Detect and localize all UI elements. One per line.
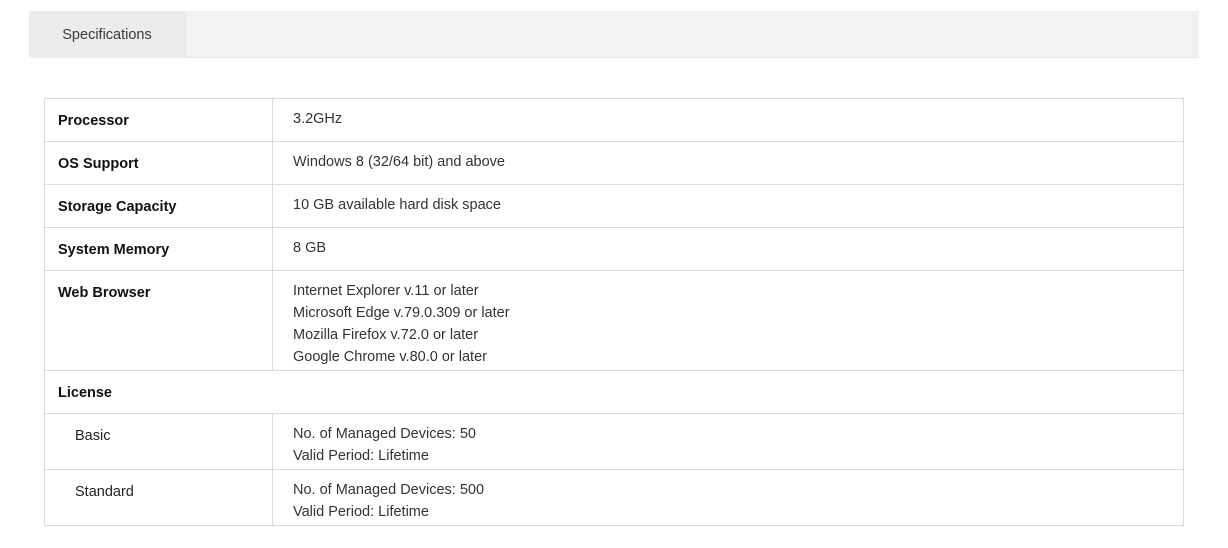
spec-label-storage: Storage Capacity: [44, 184, 273, 228]
license-details-standard: No. of Managed Devices: 500 Valid Period…: [272, 469, 1184, 526]
spec-value-memory: 8 GB: [272, 227, 1184, 271]
table-row: OS Support Windows 8 (32/64 bit) and abo…: [44, 141, 1184, 185]
spec-value-web-browser: Internet Explorer v.11 or later Microsof…: [272, 270, 1184, 371]
tab-specifications[interactable]: Specifications: [29, 11, 186, 58]
table-row: Standard No. of Managed Devices: 500 Val…: [44, 469, 1184, 526]
spec-label-memory: System Memory: [44, 227, 273, 271]
table-row: License: [44, 370, 1184, 414]
spec-label-web-browser: Web Browser: [44, 270, 273, 371]
table-row: Basic No. of Managed Devices: 50 Valid P…: [44, 413, 1184, 470]
browser-item: Microsoft Edge v.79.0.309 or later: [293, 305, 510, 321]
license-detail-line: No. of Managed Devices: 50: [293, 426, 476, 442]
license-detail-line: Valid Period: Lifetime: [293, 448, 429, 464]
table-row: Web Browser Internet Explorer v.11 or la…: [44, 270, 1184, 371]
spec-value-processor: 3.2GHz: [272, 98, 1184, 142]
browser-item: Internet Explorer v.11 or later: [293, 283, 479, 299]
license-plan-standard: Standard: [44, 469, 273, 526]
specifications-table: Processor 3.2GHz OS Support Windows 8 (3…: [44, 98, 1184, 526]
spec-value-os-support: Windows 8 (32/64 bit) and above: [272, 141, 1184, 185]
browser-item: Google Chrome v.80.0 or later: [293, 349, 487, 365]
table-row: System Memory 8 GB: [44, 227, 1184, 271]
spec-label-processor: Processor: [44, 98, 273, 142]
spec-label-os-support: OS Support: [44, 141, 273, 185]
license-detail-line: No. of Managed Devices: 500: [293, 482, 485, 498]
spec-value-storage: 10 GB available hard disk space: [272, 184, 1184, 228]
table-row: Storage Capacity 10 GB available hard di…: [44, 184, 1184, 228]
browser-item: Mozilla Firefox v.72.0 or later: [293, 327, 479, 343]
license-detail-line: Valid Period: Lifetime: [293, 504, 429, 520]
table-row: Processor 3.2GHz: [44, 98, 1184, 142]
spec-label-license: License: [44, 370, 1184, 414]
license-details-basic: No. of Managed Devices: 50 Valid Period:…: [272, 413, 1184, 470]
license-plan-basic: Basic: [44, 413, 273, 470]
tab-bar: Specifications: [29, 11, 1199, 58]
